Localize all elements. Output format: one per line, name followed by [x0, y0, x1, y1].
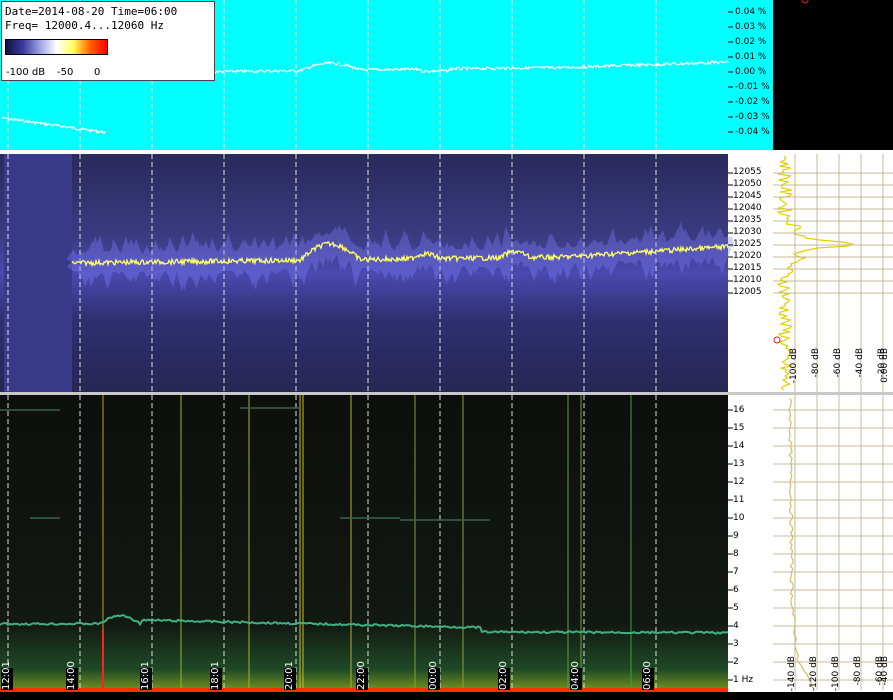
panel-separator — [0, 150, 893, 154]
frequency-tick: 12050 — [733, 179, 762, 189]
time-label: 22:00 — [356, 661, 368, 690]
footer-band — [0, 692, 893, 700]
deviation-tick: 0.04 % — [735, 7, 767, 17]
low-frequency-tick: 6 — [733, 585, 739, 595]
time-label: 04:00 — [570, 661, 582, 690]
colorbar-min-label: -100 dB — [6, 67, 46, 78]
deviation-tick: 0.02 % — [735, 37, 767, 47]
low-frequency-tick: 10 — [733, 513, 745, 523]
low-frequency-tick: 9 — [733, 531, 739, 541]
colorbar-mid-label: -50 — [57, 67, 74, 78]
color-scale-bar — [5, 39, 108, 55]
frequency-tick: 12035 — [733, 215, 762, 225]
time-label: 16:01 — [140, 661, 152, 690]
spectrum-db-label: 0.00 dB — [880, 348, 890, 383]
time-label: 20:01 — [284, 661, 296, 690]
low-frequency-tick: 2 — [733, 657, 739, 667]
deviation-tick: 0.03 % — [735, 22, 767, 32]
freq-line: Freq= 12000.4...12060 Hz — [5, 19, 164, 32]
frequency-tick: 12015 — [733, 263, 762, 273]
low-frequency-tick: 4 — [733, 621, 739, 631]
low-frequency-tick: 15 — [733, 423, 745, 433]
deviation-tick: 0.01 % — [735, 52, 767, 62]
frequency-tick: 12055 — [733, 167, 762, 177]
low-frequency-tick: 12 — [733, 477, 745, 487]
spectrum-db-label: -100 dB — [789, 348, 799, 384]
low-freq-db-label: -80 dB — [853, 656, 863, 686]
frequency-tick: 12040 — [733, 203, 762, 213]
time-label: 14:00 — [66, 661, 78, 690]
low-frequency-tick: 1 Hz — [733, 675, 754, 685]
low-freq-db-label: -120 dB — [809, 656, 819, 692]
time-label: 18:01 — [210, 661, 222, 690]
low-freq-panel — [0, 395, 728, 700]
spectrum-db-label: -40 dB — [855, 348, 865, 378]
low-freq-db-label: -40 dB — [880, 656, 890, 686]
deviation-tick: 0.00 % — [735, 67, 767, 77]
spectrum-db-label: -60 dB — [833, 348, 843, 378]
frequency-tick: 12010 — [733, 275, 762, 285]
low-frequency-tick: 5 — [733, 603, 739, 613]
frequency-tick: 12005 — [733, 287, 762, 297]
frequency-tick: 12020 — [733, 251, 762, 261]
time-label: 00:00 — [428, 661, 440, 690]
deviation-tick: -0.01 % — [735, 82, 770, 92]
frequency-tick: 12045 — [733, 191, 762, 201]
date-line: Date=2014-08-20 Time=06:00 — [5, 5, 178, 18]
time-label: 06:00 — [642, 661, 654, 690]
colorbar-max-label: 0 — [94, 67, 101, 78]
low-frequency-tick: 8 — [733, 549, 739, 559]
deviation-tick: -0.03 % — [735, 112, 770, 122]
time-label: 02:00 — [498, 661, 510, 690]
time-label: 12:01 — [1, 661, 13, 690]
low-frequency-tick: 11 — [733, 495, 745, 505]
spectrogram-window: Date=2014-08-20 Time=06:00 Freq= 12000.4… — [0, 0, 893, 700]
info-box: Date=2014-08-20 Time=06:00 Freq= 12000.4… — [1, 1, 215, 81]
low-frequency-tick: 3 — [733, 639, 739, 649]
low-freq-db-label: -140 dB — [787, 656, 797, 692]
low-frequency-tick: 13 — [733, 459, 745, 469]
frequency-tick: 12025 — [733, 239, 762, 249]
spectrum-db-label: -80 dB — [811, 348, 821, 378]
frequency-tick: 12030 — [733, 227, 762, 237]
deviation-tick: -0.02 % — [735, 97, 770, 107]
low-frequency-tick: 16 — [733, 405, 745, 415]
low-freq-db-label: -100 dB — [831, 656, 841, 692]
low-frequency-tick: 14 — [733, 441, 745, 451]
low-frequency-tick: 7 — [733, 567, 739, 577]
deviation-tick: -0.04 % — [735, 127, 770, 137]
